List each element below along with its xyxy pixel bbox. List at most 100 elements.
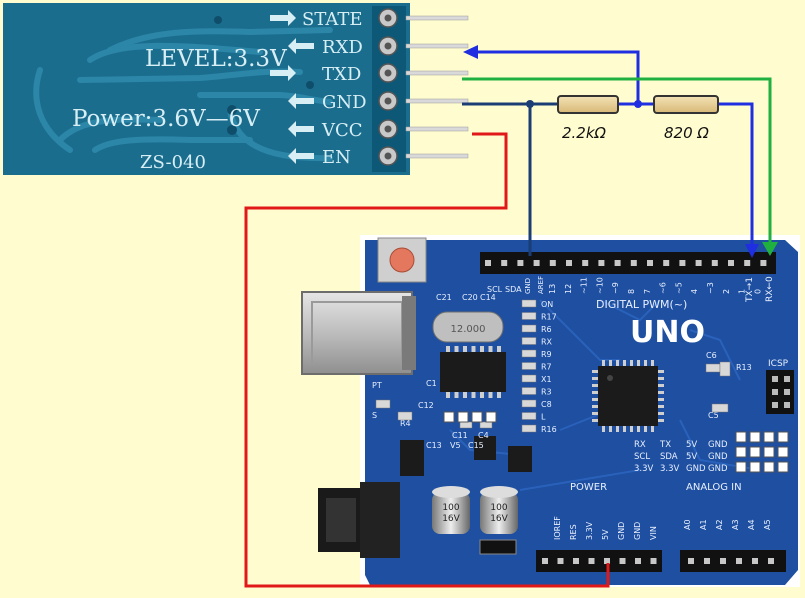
reset-button[interactable]	[377, 237, 427, 283]
component-label: R13	[736, 363, 752, 372]
analog-pin-socket	[752, 558, 758, 564]
power-pin-socket	[635, 558, 641, 564]
digital-pin-number: ~9	[611, 282, 620, 294]
power-pin-socket	[588, 558, 595, 564]
bt-pin-label-en: EN	[322, 147, 351, 168]
crystal: 12.000	[432, 311, 504, 343]
power-pin-socket	[573, 558, 579, 564]
analog-pin-label: A3	[731, 519, 740, 530]
smd-part	[375, 399, 391, 409]
uno-logo: UNO	[630, 315, 705, 350]
digital-pin-socket	[549, 260, 556, 266]
analog-title: ANALOG IN	[686, 482, 742, 493]
digital-pin-socket	[663, 260, 670, 266]
digital-pin-socket	[711, 260, 718, 266]
smd-label: R16	[541, 425, 557, 434]
component-label: PT	[372, 381, 382, 390]
smd-part	[521, 324, 537, 333]
resistor-label-2k2: 2.2kΩ	[562, 124, 607, 142]
wiring-diagram: LEVEL:3.3V Power:3.6V—6V ZS-040 STATERXD…	[3, 3, 800, 588]
smd-part	[719, 361, 731, 377]
breakout-label: RX	[634, 440, 646, 450]
analog-pin-label: A5	[763, 519, 772, 530]
power-pin-socket	[619, 558, 626, 564]
power-switch	[479, 539, 517, 555]
smd-part	[397, 411, 413, 421]
analog-pin-label: A4	[747, 519, 756, 530]
breakout-label: 3.3V	[634, 464, 654, 474]
breakout-label: GND	[708, 452, 728, 462]
resistor-label-820: 820 Ω	[664, 124, 709, 142]
digital-pin-socket	[582, 260, 589, 266]
component-label: C5	[708, 411, 719, 420]
breakout-label: 5V	[686, 440, 697, 450]
digital-pin-number: ~3	[706, 282, 715, 294]
digital-pin-socket	[614, 260, 621, 266]
smd-part	[479, 421, 493, 429]
smd-part	[459, 421, 473, 429]
divider-junction	[634, 100, 642, 108]
component-label: C20	[462, 293, 478, 302]
power-pin-label: GND	[633, 522, 642, 540]
digital-pin-socket	[517, 260, 524, 266]
power-title: POWER	[570, 482, 607, 493]
power-pin-socket	[542, 558, 548, 564]
digital-pin-socket	[679, 260, 686, 266]
level-text: LEVEL:3.3V	[145, 46, 287, 72]
component-label: C14	[480, 293, 496, 302]
digital-pin-number: 4	[690, 289, 699, 294]
bt-pin-lead	[405, 98, 469, 104]
breakout-label: TX	[659, 440, 671, 450]
smd-label: R7	[541, 363, 552, 372]
resistor-2k2	[557, 95, 619, 114]
power-pin-label: RES	[569, 524, 578, 540]
analog-pin-label: A2	[715, 519, 724, 530]
analog-pin-socket	[736, 558, 742, 564]
pad	[443, 411, 455, 423]
smd-label: L	[541, 413, 546, 422]
component-label: C15	[468, 441, 484, 450]
cap2-line1: 100	[490, 503, 507, 513]
smd-part	[521, 299, 537, 308]
capacitor-2: 100 16V	[480, 486, 518, 534]
cap1-line1: 100	[442, 503, 459, 513]
bt-pin-label-rxd: RXD	[322, 37, 363, 58]
bluetooth-module: LEVEL:3.3V Power:3.6V—6V ZS-040 STATE RXD…	[3, 3, 469, 175]
usb-connector	[301, 291, 416, 375]
digital-pin-number: 13	[548, 284, 557, 294]
digital-pin-number: 7	[643, 289, 652, 294]
smd-label: R3	[541, 388, 552, 397]
bt-pin-label-state: STATE	[302, 9, 363, 30]
power-pin-label: VIN	[649, 526, 658, 540]
smd-label: X1	[541, 375, 552, 384]
pad	[471, 411, 483, 423]
digital-pin-number: ~6	[659, 282, 668, 294]
analog-pin-socket	[688, 558, 694, 564]
component-label: C12	[418, 401, 434, 410]
smd-part	[521, 412, 537, 420]
digital-pin-socket	[485, 260, 491, 266]
icsp-label: ICSP	[768, 359, 789, 369]
digital-pin-socket	[744, 260, 751, 266]
digital-pin-socket	[598, 260, 605, 266]
cap1-line2: 16V	[442, 514, 460, 524]
cap2-line2: 16V	[490, 514, 508, 524]
digital-pin-socket	[728, 260, 734, 266]
dc-jack	[318, 482, 400, 558]
model-text: ZS-040	[140, 152, 206, 173]
sda-label: SDA	[505, 285, 522, 294]
diagram-canvas: LEVEL:3.3V Power:3.6V—6V ZS-040 STATE RXD…	[0, 0, 805, 598]
bt-pin-label-vcc: VCC	[321, 120, 363, 141]
resistor-820	[653, 95, 719, 114]
arduino-board: 12.000 100 16V 100 16V ONR17R6RXR9R7X1R3…	[301, 235, 800, 587]
component-label: C6	[706, 351, 717, 360]
analog-pin-label: A0	[683, 519, 692, 530]
smd-part	[521, 424, 537, 433]
bt-pin-lead	[405, 126, 469, 132]
aref-pin-label: AREF	[537, 276, 545, 294]
component-label: C21	[436, 293, 452, 302]
tx-label: TX→1	[745, 277, 755, 303]
gnd-wire	[462, 102, 558, 256]
smd-part	[521, 399, 537, 408]
regulator	[400, 440, 424, 476]
